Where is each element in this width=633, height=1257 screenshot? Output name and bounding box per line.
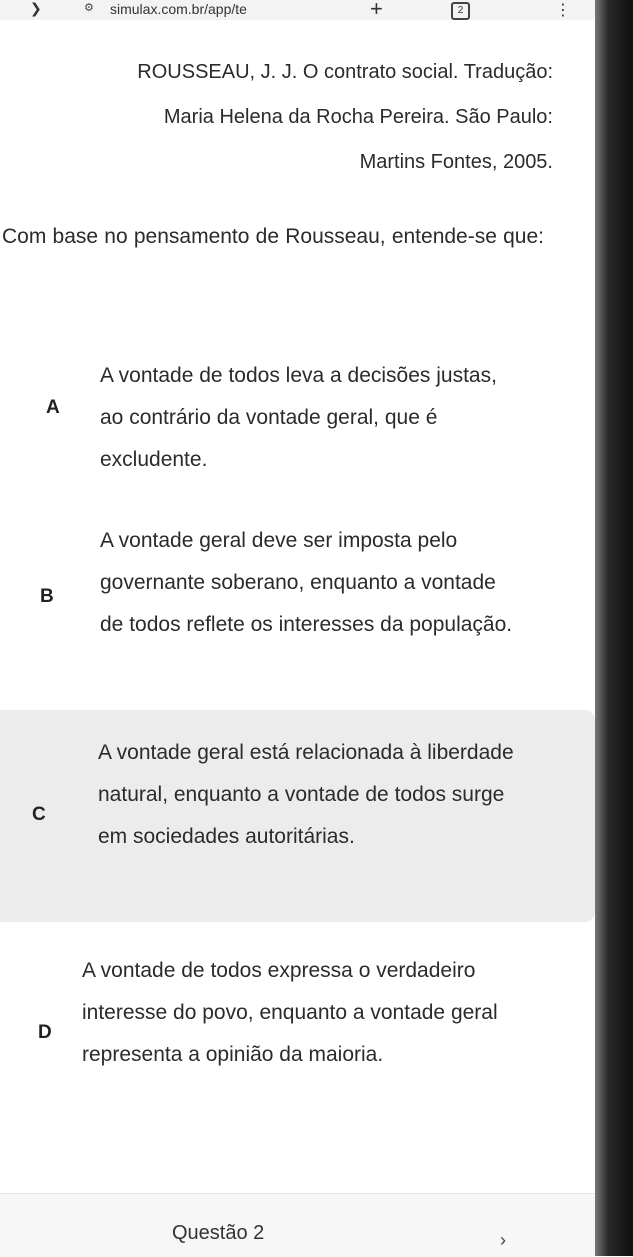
next-question-label: Questão 2 [172,1222,265,1244]
option-letter: D [38,1022,52,1043]
site-settings-icon[interactable]: ⚙ [84,1,94,14]
option-text: A vontade geral está relacionada à liber… [98,741,514,848]
question-navigation[interactable]: Questão 2 › [0,1193,595,1257]
source-citation: ROUSSEAU, J. J. O contrato social. Tradu… [0,50,553,185]
browser-toolbar: ❯ ⚙ simulax.com.br/app/te + 2 ⋮ [0,0,633,22]
citation-line: Maria Helena da Rocha Pereira. São Paulo… [163,106,553,128]
answer-option-b[interactable]: B A vontade geral deve ser imposta pelo … [0,520,595,700]
tab-count-button[interactable]: 2 [451,2,470,20]
answer-option-d[interactable]: D A vontade de todos expressa o verdadei… [0,940,595,1150]
option-text: A vontade de todos leva a decisões justa… [100,364,497,471]
browser-menu-icon[interactable]: ⋮ [555,0,571,20]
citation-line: ROUSSEAU, J. J. O contrato social. Tradu… [137,61,553,83]
option-letter: A [46,397,60,418]
answer-option-c[interactable]: C A vontade geral está relacionada à lib… [0,710,595,922]
chevron-right-icon[interactable]: › [500,1230,506,1251]
question-stem: Com base no pensamento de Rousseau, ente… [2,225,544,248]
option-letter: C [32,804,46,825]
back-arrow-icon[interactable]: ❯ [30,0,42,17]
citation-line: Martins Fontes, 2005. [359,151,553,173]
answer-option-a[interactable]: A A vontade de todos leva a decisões jus… [0,355,595,485]
new-tab-icon[interactable]: + [370,0,383,22]
option-letter: B [40,586,54,607]
device-bezel [595,0,633,1256]
option-text: A vontade de todos expressa o verdadeiro… [82,959,498,1066]
address-bar[interactable]: simulax.com.br/app/te [110,1,247,17]
option-text: A vontade geral deve ser imposta pelo go… [100,529,513,636]
